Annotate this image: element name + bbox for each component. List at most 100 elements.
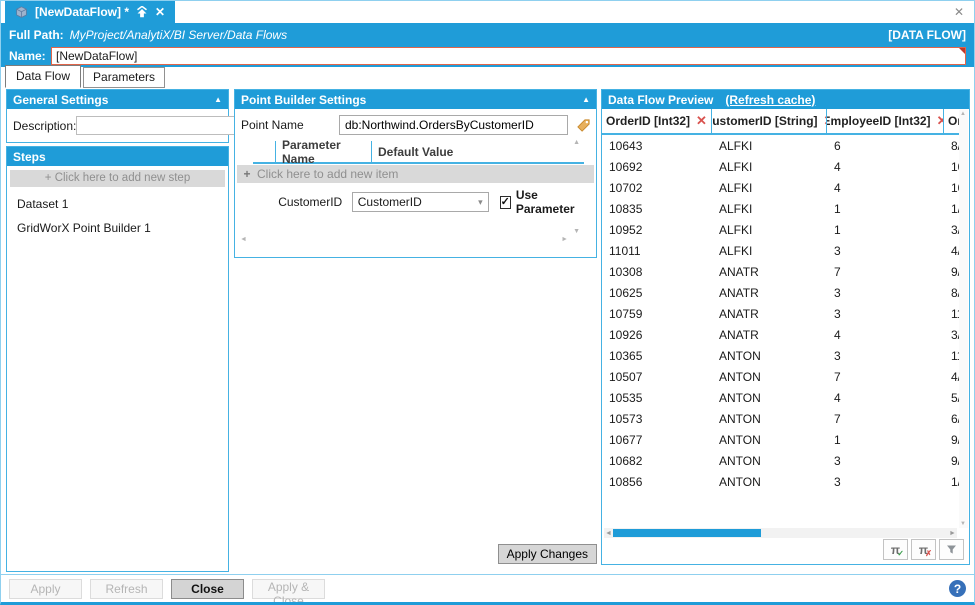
- document-tab[interactable]: [NewDataFlow] * ✕: [5, 1, 175, 23]
- parameter-name-header[interactable]: Parameter Name: [275, 141, 371, 162]
- description-input[interactable]: [76, 116, 241, 135]
- table-cell: 7: [827, 412, 944, 426]
- tag-browse-icon[interactable]: [574, 116, 592, 134]
- column-exclude-button[interactable]: π ✗: [911, 539, 936, 560]
- preview-body: 10643ALFKI68/2510692ALFKI410/310702ALFKI…: [602, 135, 959, 492]
- navigate-up-icon[interactable]: [136, 6, 148, 18]
- point-builder-title: Point Builder Settings: [241, 93, 366, 107]
- table-cell: 3/4: [944, 328, 959, 342]
- footer-bar: Apply Refresh Close Apply & Close ?: [1, 574, 974, 602]
- table-row[interactable]: 10308ANATR79/18: [602, 261, 959, 282]
- use-parameter-label: Use Parameter: [516, 188, 584, 216]
- table-cell: ANTON: [712, 370, 827, 384]
- column-header[interactable]: CustomerID [String]✕: [712, 109, 827, 133]
- steps-panel: Steps + Click here to add new step Datas…: [6, 146, 229, 572]
- table-row[interactable]: 10702ALFKI410/1: [602, 177, 959, 198]
- table-row[interactable]: 10692ALFKI410/3: [602, 156, 959, 177]
- table-cell: 10682: [602, 454, 712, 468]
- table-cell: ALFKI: [712, 202, 827, 216]
- preview-title: Data Flow Preview: [608, 93, 713, 107]
- left-column: General Settings ▲ Description: Steps + …: [6, 89, 229, 572]
- table-cell: ANATR: [712, 307, 827, 321]
- refresh-cache-link[interactable]: (Refresh cache): [725, 93, 815, 107]
- table-row[interactable]: 11011ALFKI34/9: [602, 240, 959, 261]
- collapse-icon[interactable]: ▲: [214, 95, 222, 104]
- name-field-wrapper: [51, 47, 966, 65]
- table-row[interactable]: 10677ANTON19/22: [602, 429, 959, 450]
- tab-data-flow[interactable]: Data Flow: [5, 65, 81, 88]
- table-cell: 7: [827, 370, 944, 384]
- name-row: Name:: [9, 45, 966, 67]
- collapse-icon[interactable]: ▲: [582, 95, 590, 104]
- use-parameter-checkbox[interactable]: ✓ Use Parameter: [500, 188, 584, 216]
- add-step-bar[interactable]: + Click here to add new step: [10, 170, 225, 187]
- table-cell: 10856: [602, 475, 712, 489]
- apply-button[interactable]: Apply: [9, 579, 82, 599]
- table-cell: ANATR: [712, 265, 827, 279]
- horizontal-scrollbar[interactable]: ◄ ►: [604, 528, 957, 538]
- table-cell: ALFKI: [712, 160, 827, 174]
- general-settings-header: General Settings ▲: [7, 90, 228, 109]
- table-cell: ANATR: [712, 328, 827, 342]
- table-row[interactable]: 10535ANTON45/13: [602, 387, 959, 408]
- table-cell: 3: [827, 349, 944, 363]
- table-row[interactable]: 10835ALFKI11/15: [602, 198, 959, 219]
- table-cell: 11/2: [944, 349, 959, 363]
- table-row[interactable]: 10952ALFKI13/16: [602, 219, 959, 240]
- column-header[interactable]: OrderID [Int32]✕: [602, 109, 712, 133]
- scroll-left-icon[interactable]: ◄: [240, 236, 247, 243]
- scroll-up-icon[interactable]: ▲: [573, 139, 580, 146]
- vertical-scrollbar[interactable]: ▲ ▼: [959, 110, 968, 528]
- table-row[interactable]: 10507ANTON74/15: [602, 366, 959, 387]
- table-cell: 6: [827, 139, 944, 153]
- table-cell: 8/8: [944, 286, 959, 300]
- table-row[interactable]: 10759ANATR311/2: [602, 303, 959, 324]
- remove-column-icon[interactable]: ✕: [696, 113, 707, 129]
- table-cell: 3/16: [944, 223, 959, 237]
- column-header[interactable]: EmployeeID [Int32] ✕: [827, 109, 944, 133]
- scrollbar-thumb[interactable]: [613, 529, 761, 537]
- scroll-up-icon[interactable]: ▲: [960, 111, 966, 117]
- list-item[interactable]: GridWorX Point Builder 1: [7, 213, 228, 237]
- table-row[interactable]: 10573ANTON76/19: [602, 408, 959, 429]
- point-name-input[interactable]: [339, 115, 568, 135]
- window-close-icon[interactable]: ✕: [954, 5, 964, 19]
- apply-and-close-button[interactable]: Apply & Close: [252, 579, 325, 599]
- tab-parameters[interactable]: Parameters: [83, 67, 165, 88]
- table-row[interactable]: 10643ALFKI68/25: [602, 135, 959, 156]
- scroll-right-icon[interactable]: ►: [561, 236, 568, 243]
- remove-column-icon[interactable]: ✕: [937, 113, 944, 129]
- table-row[interactable]: 10625ANATR38/8: [602, 282, 959, 303]
- table-cell: 10535: [602, 391, 712, 405]
- refresh-button[interactable]: Refresh: [90, 579, 163, 599]
- name-input[interactable]: [51, 47, 966, 65]
- point-builder-panel: Point Builder Settings ▲ Point Name Para…: [234, 89, 597, 258]
- default-value-header[interactable]: Default Value: [371, 141, 584, 162]
- scroll-left-icon[interactable]: ◄: [604, 530, 613, 537]
- table-cell: 8/25: [944, 139, 959, 153]
- point-name-row: Point Name: [235, 109, 596, 139]
- apply-changes-button[interactable]: Apply Changes: [498, 544, 597, 564]
- scroll-right-icon[interactable]: ►: [948, 530, 957, 537]
- scroll-down-icon[interactable]: ▼: [960, 521, 966, 527]
- add-item-bar[interactable]: + Click here to add new item: [237, 165, 594, 183]
- tab-close-icon[interactable]: ✕: [155, 5, 165, 19]
- table-row[interactable]: 10365ANTON311/2: [602, 345, 959, 366]
- column-header[interactable]: Or: [944, 109, 959, 133]
- column-header-label: EmployeeID [Int32]: [827, 114, 931, 128]
- table-row[interactable]: 10682ANTON39/25: [602, 450, 959, 471]
- help-icon[interactable]: ?: [949, 580, 966, 597]
- table-cell: ANTON: [712, 349, 827, 363]
- table-cell: 10625: [602, 286, 712, 300]
- checkbox[interactable]: ✓: [500, 196, 511, 209]
- filter-button[interactable]: [939, 539, 964, 560]
- list-item[interactable]: Dataset 1: [7, 189, 228, 213]
- default-value-dropdown[interactable]: CustomerID ▾: [352, 192, 489, 212]
- table-row[interactable]: 10926ANATR43/4: [602, 324, 959, 345]
- data-flow-preview-panel: Data Flow Preview (Refresh cache) OrderI…: [601, 89, 970, 565]
- parameter-row[interactable]: CustomerID CustomerID ▾ ✓ Use Parameter: [253, 188, 584, 216]
- column-include-button[interactable]: π ✓: [883, 539, 908, 560]
- scroll-down-icon[interactable]: ▼: [573, 228, 580, 235]
- close-button[interactable]: Close: [171, 579, 244, 599]
- table-row[interactable]: 10856ANTON31/28: [602, 471, 959, 492]
